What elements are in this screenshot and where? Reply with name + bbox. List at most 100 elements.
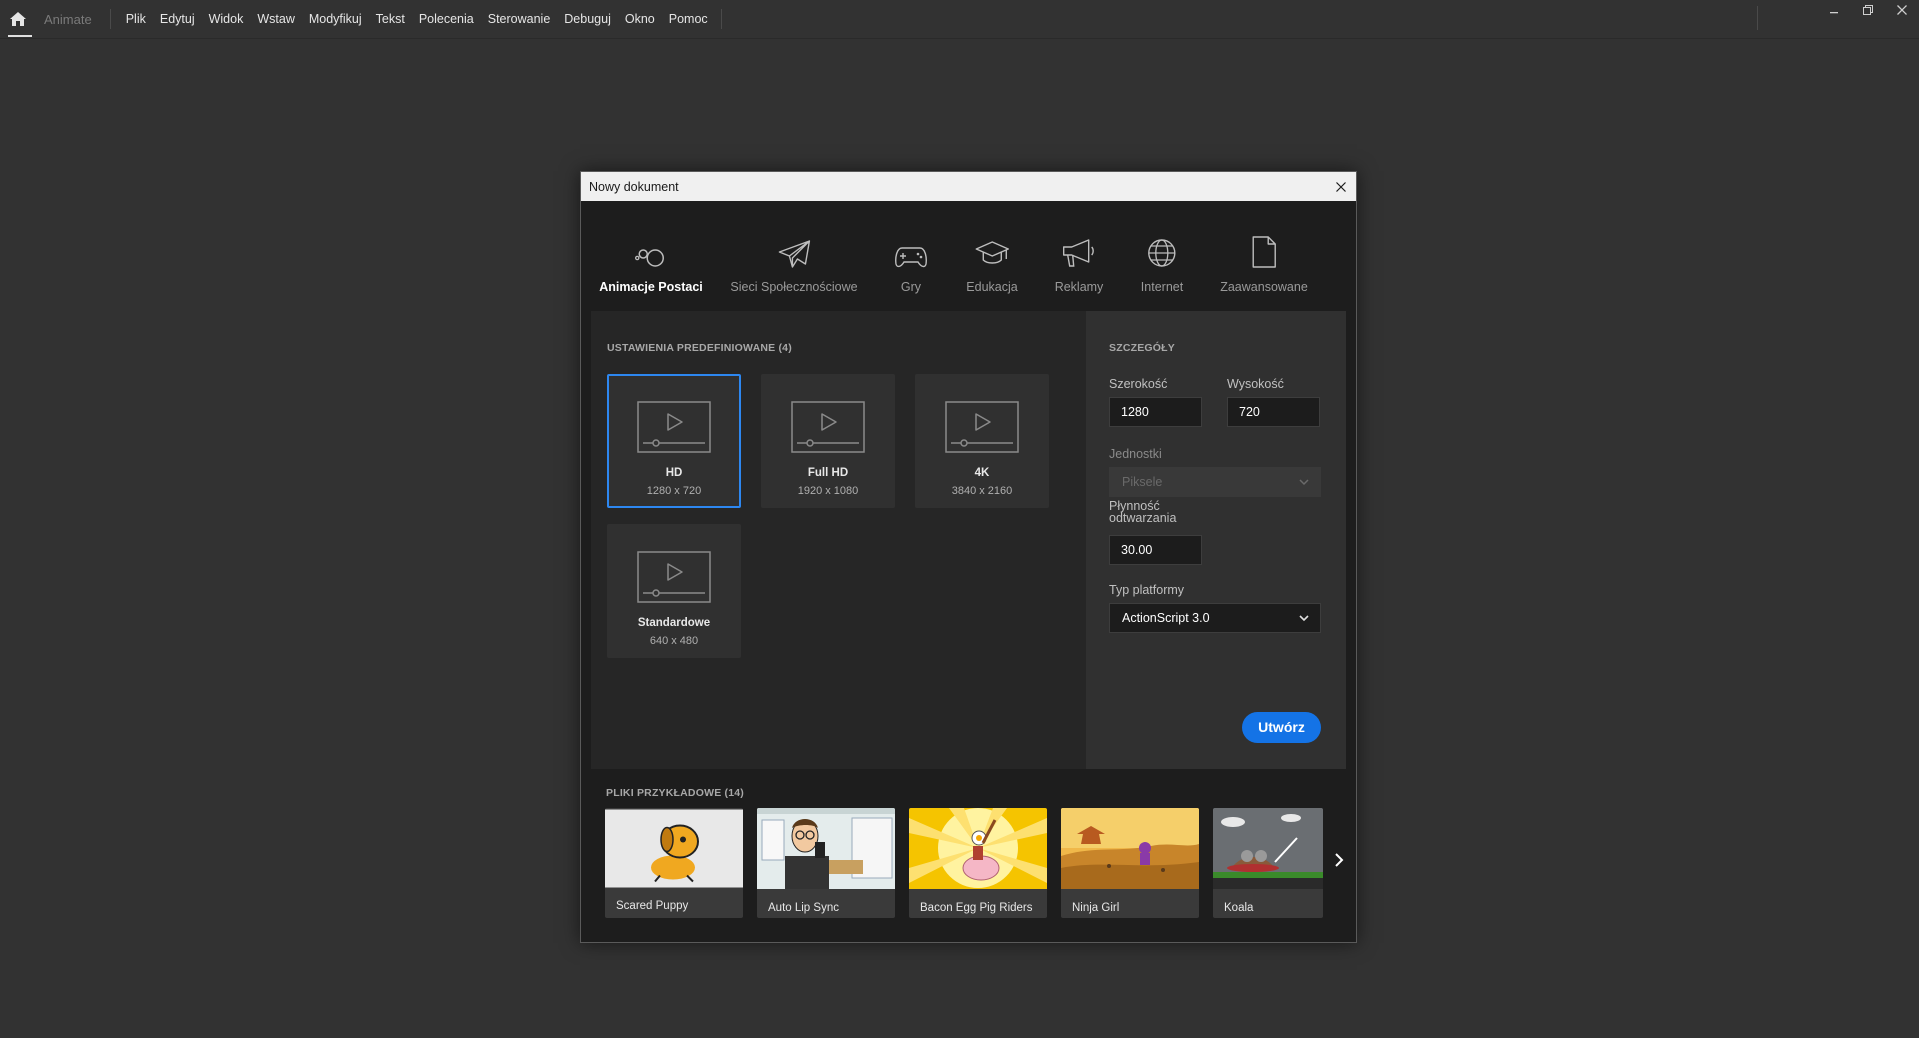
dialog-close-button[interactable]	[1326, 172, 1356, 201]
graduation-cap-icon	[975, 241, 1009, 264]
globe-icon	[1148, 239, 1176, 267]
megaphone-icon	[1063, 239, 1095, 267]
minimize-button[interactable]	[1817, 0, 1851, 20]
details-title: SZCZEGÓŁY	[1109, 342, 1175, 354]
sample-name: Koala	[1224, 902, 1254, 914]
menu-polecenia[interactable]: Polecenia	[412, 12, 481, 26]
sample-thumbnail	[909, 808, 1047, 889]
tab-character-animation[interactable]: Animacje Postaci	[599, 231, 703, 294]
menu-okno[interactable]: Okno	[618, 12, 662, 26]
menu-sterowanie[interactable]: Sterowanie	[481, 12, 558, 26]
character-animation-icon	[634, 249, 664, 267]
category-tabs: Animacje Postaci Sieci Społecznościowe G…	[581, 231, 1356, 340]
platform-label: Typ platformy	[1109, 583, 1185, 597]
home-button[interactable]	[2, 0, 34, 38]
gamepad-icon	[895, 247, 927, 268]
details-panel: SZCZEGÓŁY Szerokość Wysokość 1280 720 Je…	[1086, 311, 1346, 769]
sample-ninja-girl[interactable]: Ninja Girl	[1061, 808, 1199, 918]
sample-name: Bacon Egg Pig Riders	[920, 902, 1033, 914]
tab-label: Edukacja	[966, 280, 1018, 294]
chevron-down-icon	[1299, 615, 1309, 622]
sample-scared-puppy[interactable]: Scared Puppy	[605, 808, 743, 918]
video-preset-icon	[637, 551, 711, 603]
menu-wstaw[interactable]: Wstaw	[250, 12, 302, 26]
menu-debuguj[interactable]: Debuguj	[557, 12, 618, 26]
sample-thumbnail	[605, 809, 743, 888]
video-preset-icon	[791, 401, 865, 453]
preset-size: 3840 x 2160	[951, 485, 1013, 497]
preset-standard[interactable]: Standardowe 640 x 480	[607, 524, 741, 658]
sample-koala[interactable]: Koala	[1213, 808, 1323, 918]
window-controls-separator	[1757, 6, 1758, 30]
menu-pomoc[interactable]: Pomoc	[662, 12, 715, 26]
preset-name: 4K	[974, 467, 990, 479]
menu-edytuj[interactable]: Edytuj	[153, 12, 202, 26]
sample-name: Auto Lip Sync	[768, 902, 839, 914]
tab-games[interactable]: Gry	[894, 231, 928, 294]
height-field[interactable]: 720	[1227, 397, 1320, 427]
sample-thumbnail	[1061, 808, 1199, 889]
paper-plane-icon	[778, 240, 810, 268]
platform-select[interactable]: ActionScript 3.0	[1109, 603, 1321, 633]
close-window-button[interactable]	[1885, 0, 1919, 20]
preset-size: 1920 x 1080	[797, 485, 859, 497]
document-icon	[1252, 236, 1276, 268]
menu-plik[interactable]: Plik	[119, 12, 153, 26]
presets-title: USTAWIENIA PREDEFINIOWANE (4)	[607, 342, 792, 354]
tab-ads[interactable]: Reklamy	[1054, 231, 1104, 294]
video-preset-icon	[637, 401, 711, 453]
close-icon	[1897, 5, 1907, 15]
app-name: Animate	[44, 11, 92, 27]
units-select: Piksele	[1109, 467, 1321, 497]
width-field[interactable]: 1280	[1109, 397, 1202, 427]
menu-modyfikuj[interactable]: Modyfikuj	[302, 12, 369, 26]
samples-title: PLIKI PRZYKŁADOWE (14)	[606, 787, 744, 799]
tab-label: Internet	[1140, 280, 1184, 294]
height-label: Wysokość	[1227, 377, 1284, 391]
units-label: Jednostki	[1109, 447, 1162, 461]
units-value: Piksele	[1122, 475, 1163, 489]
preset-size: 640 x 480	[649, 635, 699, 647]
window-controls	[1817, 0, 1919, 20]
restore-button[interactable]	[1851, 0, 1885, 20]
preset-full-hd[interactable]: Full HD 1920 x 1080	[761, 374, 895, 508]
create-button[interactable]: Utwórz	[1242, 712, 1321, 743]
sample-auto-lip-sync[interactable]: Auto Lip Sync	[757, 808, 895, 918]
minimize-icon	[1830, 12, 1838, 14]
sample-thumbnail	[757, 808, 895, 889]
sample-bacon-egg-pig-riders[interactable]: Bacon Egg Pig Riders	[909, 808, 1047, 918]
chevron-down-icon	[1299, 479, 1309, 486]
preset-4k[interactable]: 4K 3840 x 2160	[915, 374, 1049, 508]
tab-label: Gry	[900, 280, 922, 294]
menu-separator	[720, 9, 722, 29]
tab-internet[interactable]: Internet	[1141, 231, 1183, 294]
preset-hd[interactable]: HD 1280 x 720	[607, 374, 741, 508]
width-label: Szerokość	[1109, 377, 1168, 391]
sample-name: Scared Puppy	[616, 900, 689, 912]
preset-size: 1280 x 720	[646, 485, 702, 497]
tab-label: Zaawansowane	[1220, 280, 1308, 294]
menu-tekst[interactable]: Tekst	[369, 12, 412, 26]
tab-social[interactable]: Sieci Społecznościowe	[730, 231, 858, 294]
fps-field[interactable]: 30.00	[1109, 535, 1202, 565]
presets-panel: USTAWIENIA PREDEFINIOWANE (4) HD 1280 x …	[591, 311, 1096, 769]
tab-label: Animacje Postaci	[599, 280, 703, 294]
tab-education[interactable]: Edukacja	[966, 231, 1018, 294]
dialog-title: Nowy dokument	[589, 179, 679, 194]
chevron-right-icon[interactable]	[1333, 852, 1345, 868]
menu-separator	[109, 9, 111, 29]
platform-value: ActionScript 3.0	[1122, 611, 1210, 625]
home-icon	[10, 12, 26, 26]
video-preset-icon	[945, 401, 1019, 453]
restore-icon	[1863, 5, 1873, 15]
dialog-titlebar: Nowy dokument	[581, 172, 1356, 201]
tab-label: Reklamy	[1054, 280, 1104, 294]
close-icon	[1336, 181, 1346, 192]
preset-name: HD	[665, 467, 683, 479]
menu-widok[interactable]: Widok	[202, 12, 251, 26]
tab-advanced[interactable]: Zaawansowane	[1220, 231, 1308, 294]
tab-label: Sieci Społecznościowe	[730, 280, 858, 294]
sample-name: Ninja Girl	[1072, 902, 1120, 914]
menu-bar: Animate Plik Edytuj Widok Wstaw Modyfiku…	[0, 0, 1919, 39]
fps-label-line2: odtwarzania	[1109, 511, 1177, 525]
